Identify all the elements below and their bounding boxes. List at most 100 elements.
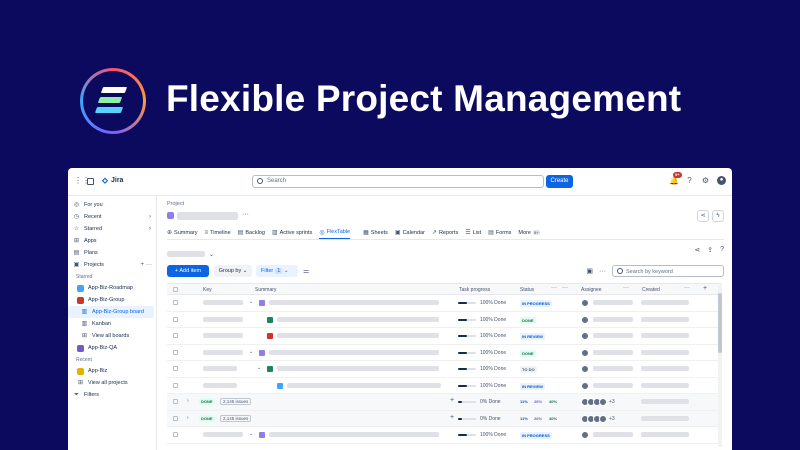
column-assignee[interactable]: Assignee [581,287,602,293]
add-item-button[interactable]: + Add item [167,265,209,277]
avatar[interactable] [581,381,589,390]
avatar[interactable] [581,299,589,307]
chevron-down-icon[interactable]: ⌄ [249,431,253,437]
row-checkbox[interactable] [173,300,178,305]
sidebar-item-recent[interactable]: ◷ Recent › [68,211,156,223]
sidebar-project-roadmap[interactable]: App-Biz-Roadmap [68,282,156,294]
row-checkbox[interactable] [173,415,178,421]
view-selector[interactable]: ⌄ [167,249,214,259]
help-circle-icon[interactable]: ? [720,246,724,254]
tab-calendar[interactable]: ▣ Calendar [395,226,425,239]
more-assignees-count[interactable]: +3 [609,399,615,405]
tab-list[interactable]: ☰ List [465,226,481,239]
column-key[interactable]: Key [203,287,212,293]
chevron-down-icon[interactable]: ⌄ [257,365,261,371]
avatar[interactable] [581,348,589,357]
column-menu-icon[interactable]: ··· [684,285,690,291]
keyword-search-input[interactable]: Search by keyword [612,265,724,277]
app-switcher-icon[interactable]: ⋮⋮ [74,177,90,185]
row-checkbox[interactable] [173,333,178,338]
sidebar-board-group[interactable]: ▥ App-Biz-Group board [68,306,154,318]
tab-timeline[interactable]: ≡ Timeline [205,226,231,239]
more-icon[interactable]: ··· [146,262,152,268]
status-badge[interactable]: IN PROGRESS [520,300,552,307]
table-row[interactable]: 100% Done IN REVIEW [167,328,718,345]
status-badge[interactable]: IN PROGRESS [520,432,552,439]
user-avatar[interactable]: ● [717,176,726,185]
sidebar-item-for-you[interactable]: ◎ For you [68,199,156,211]
tab-more[interactable]: More 9+ [518,226,540,239]
sidebar-board-kanban[interactable]: ▥ Kanban [68,318,156,330]
column-menu-icon[interactable]: ··· [562,285,568,291]
app-name[interactable]: Jira [111,177,123,184]
sidebar-project-qa[interactable]: App-Biz-QA [68,342,156,354]
avatar[interactable] [599,398,607,406]
tab-flextable[interactable]: ◎ FlexTable [319,226,351,239]
sidebar-project-group[interactable]: App-Biz-Group [68,294,156,306]
column-settings-icon[interactable]: ⚌ [303,267,309,275]
status-badge[interactable]: IN REVIEW [520,333,545,340]
group-by-button[interactable]: Group by ⌄ [214,265,252,277]
group-row[interactable]: › DONE 2,145 issues + 0% Done 11% 26% 40… [167,410,718,427]
add-to-group-icon[interactable]: + [450,414,454,421]
sidebar-item-starred[interactable]: ☆ Starred › [68,223,156,235]
column-task-progress[interactable]: Task progress [459,287,490,293]
row-checkbox[interactable] [173,382,178,388]
tab-active-sprints[interactable]: ▥ Active sprints [272,226,312,239]
row-checkbox[interactable] [173,366,178,371]
status-badge[interactable]: DONE [520,349,536,357]
add-to-group-icon[interactable]: + [450,397,454,404]
filter-button[interactable]: Filter 1 ⌄ [256,265,298,277]
sidebar-item-plans[interactable]: ▤ Plans [68,247,156,259]
help-icon[interactable]: ? [685,176,694,185]
breadcrumb[interactable]: Project [167,201,184,207]
table-row[interactable]: 100% Done IN REVIEW [167,378,718,394]
lightning-icon[interactable]: ϟ [712,210,724,222]
table-row[interactable]: ⌄ 100% Done IN PROGRESS [167,427,718,444]
table-row[interactable]: ⌄ 100% Done DONE [167,345,718,361]
notifications-icon[interactable]: 🔔 9+ [669,172,682,185]
status-badge[interactable]: DONE [520,316,536,324]
chevron-right-icon[interactable]: › [187,398,189,404]
row-checkbox[interactable] [173,316,178,322]
tab-summary[interactable]: ⊕ Summary [167,226,198,239]
column-status[interactable]: Status [520,287,534,293]
sidebar-project-app-biz[interactable]: App-Biz [68,365,156,377]
create-button[interactable]: Create [546,175,573,188]
avatar[interactable] [581,431,589,439]
row-checkbox[interactable] [173,432,178,437]
avatar[interactable] [581,365,589,373]
table-scrollbar[interactable] [718,283,722,447]
table-row[interactable]: 100% Done DONE [167,312,718,328]
chevron-right-icon[interactable]: › [187,415,189,421]
export-icon[interactable]: ⇪ [707,246,713,254]
column-summary[interactable]: Summary [255,287,276,293]
table-row[interactable]: ⌄ 100% Done TO DO [167,361,718,378]
table-row[interactable]: ⌄ 100% Done IN PROGRESS [167,295,718,312]
group-row[interactable]: › DONE 2,145 issues + 0% Done 11% 26% 40… [167,394,718,411]
share-icon[interactable]: ⋖ [697,210,709,222]
avatar[interactable] [581,332,589,340]
avatar[interactable] [581,315,589,324]
sidebar-item-projects[interactable]: ▣ Projects + ··· [68,259,156,271]
more-icon[interactable]: ··· [599,268,606,275]
share-view-icon[interactable]: ⋖ [694,246,700,254]
chevron-down-icon[interactable]: ⌄ [249,299,253,305]
sidebar-toggle-icon[interactable] [87,178,94,185]
row-checkbox[interactable] [173,349,178,355]
sidebar-item-filters[interactable]: ⏷ Filters [68,389,156,401]
chevron-down-icon[interactable]: ⌄ [249,349,253,355]
tab-forms[interactable]: ▤ Forms [488,226,511,239]
row-checkbox[interactable] [173,399,178,404]
board-view-icon[interactable]: ▣ [586,267,593,275]
tab-reports[interactable]: ↗ Reports [432,226,458,239]
sidebar-view-all-projects[interactable]: ⊞ View all projects [68,377,156,389]
jira-logo-icon[interactable] [101,177,109,186]
sidebar-view-all-boards[interactable]: ⊞ View all boards [68,330,156,342]
status-badge[interactable]: TO DO [520,366,537,373]
status-badge[interactable]: IN REVIEW [520,382,545,390]
more-assignees-count[interactable]: +3 [609,416,615,422]
sidebar-item-apps[interactable]: ⊞ Apps [68,235,156,247]
column-menu-icon[interactable]: ··· [551,285,557,291]
project-more-icon[interactable]: ··· [242,211,249,218]
